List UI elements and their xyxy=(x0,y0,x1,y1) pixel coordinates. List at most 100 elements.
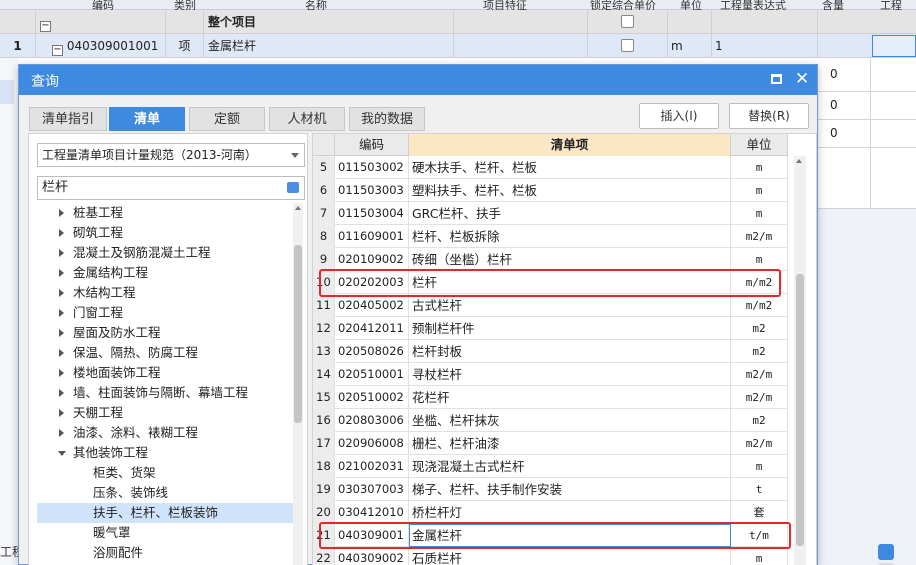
tree-item[interactable]: 门窗工程 xyxy=(37,303,293,323)
tree-scrollbar[interactable] xyxy=(293,203,303,565)
row-unit: 套 xyxy=(731,501,788,524)
tree-item[interactable]: 墙、柱面装饰与隔断、幕墙工程 xyxy=(37,383,293,403)
row-number: 8 xyxy=(313,225,335,248)
tab-my-data[interactable]: 我的数据 xyxy=(349,107,425,131)
chevron-down-icon[interactable] xyxy=(58,451,66,456)
row-code: 020803006 xyxy=(335,409,409,432)
row-number: 7 xyxy=(313,202,335,225)
chevron-right-icon[interactable] xyxy=(59,289,64,297)
tree-item[interactable]: 扶手、栏杆、栏板装饰 xyxy=(37,503,293,523)
tree-item[interactable]: 木结构工程 xyxy=(37,283,293,303)
dialog-titlebar[interactable]: 查询 ✕ xyxy=(19,65,817,95)
spec-select[interactable]: 工程量清单项目计量规范（2013-河南） xyxy=(37,143,305,167)
bg-item-expression[interactable]: 1 xyxy=(712,34,818,58)
chevron-right-icon[interactable] xyxy=(59,429,64,437)
results-scrollbar-thumb[interactable] xyxy=(796,274,804,546)
chevron-right-icon[interactable] xyxy=(59,249,64,257)
row-name: 预制栏杆件 xyxy=(409,317,731,340)
table-row[interactable]: 8 011609001 栏杆、栏板拆除 m2/m xyxy=(313,225,788,248)
tree-item[interactable]: 天棚工程 xyxy=(37,403,293,423)
chevron-right-icon[interactable] xyxy=(59,369,64,377)
library-icon[interactable] xyxy=(287,182,299,193)
row-name: 栏杆、栏板拆除 xyxy=(409,225,731,248)
tree-item[interactable]: 柜类、货架 xyxy=(37,463,293,483)
row-number: 5 xyxy=(313,156,335,179)
row-unit: m xyxy=(731,455,788,478)
row-name: 花栏杆 xyxy=(409,386,731,409)
bg-quantity-cell[interactable] xyxy=(872,35,916,57)
tree-item-label: 金属结构工程 xyxy=(73,265,149,280)
col-header-code[interactable]: 编码 xyxy=(335,134,409,156)
search-input[interactable]: 栏杆 xyxy=(37,176,305,200)
tab-quota[interactable]: 定额 xyxy=(189,107,265,131)
bg-item-lock-checkbox[interactable] xyxy=(621,39,634,52)
table-row[interactable]: 5 011503002 硬木扶手、栏杆、栏板 m xyxy=(313,156,788,179)
chevron-right-icon[interactable] xyxy=(59,349,64,357)
maximize-icon[interactable] xyxy=(771,74,782,84)
tree-item[interactable]: 浴厕配件 xyxy=(37,543,293,563)
table-row[interactable]: 14 020510001 寻杖栏杆 m2/m xyxy=(313,363,788,386)
tree-item-label: 砌筑工程 xyxy=(73,225,124,240)
bg-item-name[interactable]: 金属栏杆 xyxy=(204,34,454,58)
replace-button[interactable]: 替换(R) xyxy=(729,103,809,129)
row-code: 020109002 xyxy=(335,248,409,271)
tree-item[interactable]: 油漆、涂料、裱糊工程 xyxy=(37,423,293,443)
insert-button[interactable]: 插入(I) xyxy=(639,103,719,129)
bg-project-row[interactable]: − 整个项目 xyxy=(0,10,916,34)
table-row[interactable]: 15 020510002 花栏杆 m2/m xyxy=(313,386,788,409)
tree-item[interactable]: 混凝土及钢筋混凝土工程 xyxy=(37,243,293,263)
tree-item[interactable]: 砌筑工程 xyxy=(37,223,293,243)
tab-materials[interactable]: 人材机 xyxy=(269,107,345,131)
bg-lock-checkbox[interactable] xyxy=(621,15,634,28)
table-row[interactable]: 18 021002031 现浇混凝土古式栏杆 m xyxy=(313,455,788,478)
table-row[interactable]: 7 011503004 GRC栏杆、扶手 m xyxy=(313,202,788,225)
chevron-right-icon[interactable] xyxy=(59,309,64,317)
bg-content-value: 0 xyxy=(830,126,838,140)
table-row[interactable]: 11 020405002 古式栏杆 m/m2 xyxy=(313,294,788,317)
tree-item[interactable]: 压条、装饰线 xyxy=(37,483,293,503)
table-row[interactable]: 9 020109002 砖细（坐槛）栏杆 m xyxy=(313,248,788,271)
tree-item[interactable]: 金属结构工程 xyxy=(37,263,293,283)
tree-item-label: 油漆、涂料、裱糊工程 xyxy=(73,425,199,440)
row-name: GRC栏杆、扶手 xyxy=(409,202,731,225)
tree-item[interactable]: 保温、隔热、防腐工程 xyxy=(37,343,293,363)
table-row[interactable]: 20 030412010 桥栏杆灯套 xyxy=(313,501,788,524)
table-row[interactable]: 13 020508026 栏杆封板 m2 xyxy=(313,340,788,363)
tree-scrollbar-thumb[interactable] xyxy=(294,245,302,423)
table-row[interactable]: 6 011503003 塑料扶手、栏杆、栏板 m xyxy=(313,179,788,202)
tree-item-label: 扶手、栏杆、栏板装饰 xyxy=(93,505,219,520)
table-row[interactable]: 19 030307003 梯子、栏杆、扶手制作安装 t xyxy=(313,478,788,501)
row-number: 13 xyxy=(313,340,335,363)
bg-item-row[interactable]: 1 − 040309001001 项 金属栏杆 m 1 xyxy=(0,34,916,58)
row-code: 020510001 xyxy=(335,363,409,386)
chevron-right-icon[interactable] xyxy=(59,229,64,237)
close-icon[interactable]: ✕ xyxy=(795,69,809,89)
row-code: 011503003 xyxy=(335,179,409,202)
table-row[interactable]: 12 020412011 预制栏杆件 m2 xyxy=(313,317,788,340)
tree-item-label: 木结构工程 xyxy=(73,285,136,300)
results-scrollbar[interactable] xyxy=(794,156,806,565)
tab-bill[interactable]: 清单 xyxy=(109,107,185,131)
chevron-down-icon[interactable] xyxy=(291,153,299,158)
chevron-right-icon[interactable] xyxy=(59,269,64,277)
tree-item-label: 桩基工程 xyxy=(73,205,124,220)
chevron-right-icon[interactable] xyxy=(59,329,64,337)
tab-guide[interactable]: 清单指引 xyxy=(29,107,107,131)
table-row[interactable]: 16 020803006 坐槛、栏杆抹灰 m2 xyxy=(313,409,788,432)
chevron-right-icon[interactable] xyxy=(59,409,64,417)
highlight-box-row-21 xyxy=(319,522,791,549)
col-header-unit[interactable]: 单位 xyxy=(731,134,788,156)
col-header-bill-item[interactable]: 清单项 xyxy=(409,134,731,156)
tree-item[interactable]: 楼地面装饰工程 xyxy=(37,363,293,383)
chevron-right-icon[interactable] xyxy=(59,389,64,397)
table-row[interactable]: 22 040309002 石质栏杆 m xyxy=(313,547,788,565)
tree-item[interactable]: 其他装饰工程 xyxy=(37,443,293,463)
tree-item[interactable]: 屋面及防水工程 xyxy=(37,323,293,343)
tree-item[interactable]: 桩基工程 xyxy=(37,203,293,223)
collapse-icon[interactable]: − xyxy=(40,21,51,32)
list-view-icon[interactable] xyxy=(878,544,894,560)
table-row[interactable]: 17 020906008 栅栏、栏杆油漆 m2/m xyxy=(313,432,788,455)
chevron-right-icon[interactable] xyxy=(59,209,64,217)
collapse-icon[interactable]: − xyxy=(52,45,63,56)
tree-item[interactable]: 暖气罩 xyxy=(37,523,293,543)
